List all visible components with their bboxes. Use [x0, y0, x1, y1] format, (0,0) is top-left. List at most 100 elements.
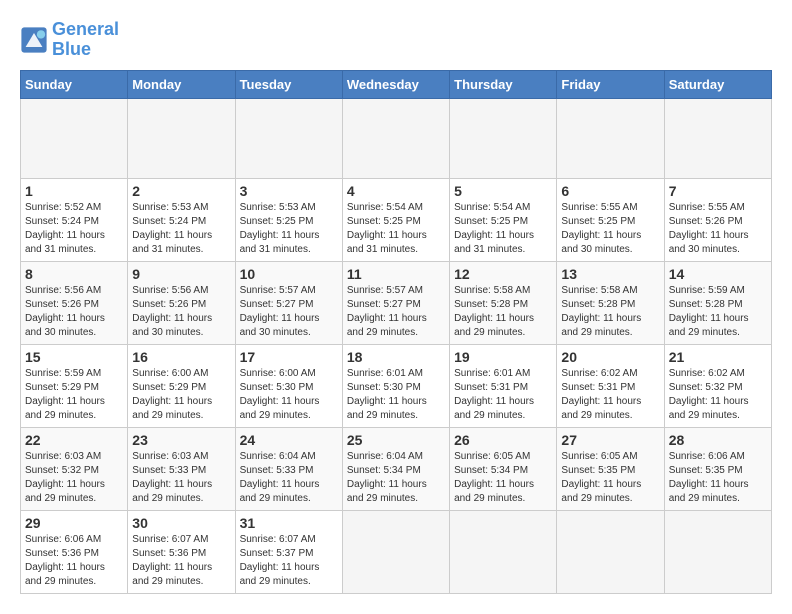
day-number: 26 [454, 432, 552, 448]
day-number: 7 [669, 183, 767, 199]
day-info: Sunrise: 6:01 AM Sunset: 5:31 PM Dayligh… [454, 367, 552, 423]
calendar-day-header: Wednesday [342, 70, 449, 98]
calendar-cell: 4 Sunrise: 5:54 AM Sunset: 5:25 PM Dayli… [342, 178, 449, 261]
day-number: 8 [25, 266, 123, 282]
day-number: 21 [669, 349, 767, 365]
calendar-cell: 11 Sunrise: 5:57 AM Sunset: 5:27 PM Dayl… [342, 261, 449, 344]
day-number: 24 [240, 432, 338, 448]
day-number: 31 [240, 515, 338, 531]
day-number: 18 [347, 349, 445, 365]
calendar-cell: 24 Sunrise: 6:04 AM Sunset: 5:33 PM Dayl… [235, 427, 342, 510]
day-number: 30 [132, 515, 230, 531]
calendar-cell: 8 Sunrise: 5:56 AM Sunset: 5:26 PM Dayli… [21, 261, 128, 344]
calendar-cell: 29 Sunrise: 6:06 AM Sunset: 5:36 PM Dayl… [21, 510, 128, 593]
day-info: Sunrise: 6:00 AM Sunset: 5:30 PM Dayligh… [240, 367, 338, 423]
day-info: Sunrise: 5:57 AM Sunset: 5:27 PM Dayligh… [347, 284, 445, 340]
day-info: Sunrise: 6:02 AM Sunset: 5:32 PM Dayligh… [669, 367, 767, 423]
calendar-cell: 23 Sunrise: 6:03 AM Sunset: 5:33 PM Dayl… [128, 427, 235, 510]
calendar-cell [664, 98, 771, 178]
day-info: Sunrise: 5:55 AM Sunset: 5:26 PM Dayligh… [669, 201, 767, 257]
calendar-cell: 3 Sunrise: 5:53 AM Sunset: 5:25 PM Dayli… [235, 178, 342, 261]
calendar-cell: 17 Sunrise: 6:00 AM Sunset: 5:30 PM Dayl… [235, 344, 342, 427]
day-number: 20 [561, 349, 659, 365]
day-info: Sunrise: 5:58 AM Sunset: 5:28 PM Dayligh… [454, 284, 552, 340]
calendar-cell [450, 510, 557, 593]
calendar-cell: 27 Sunrise: 6:05 AM Sunset: 5:35 PM Dayl… [557, 427, 664, 510]
calendar-cell [21, 98, 128, 178]
logo-icon [20, 26, 48, 54]
day-info: Sunrise: 5:58 AM Sunset: 5:28 PM Dayligh… [561, 284, 659, 340]
calendar-cell: 28 Sunrise: 6:06 AM Sunset: 5:35 PM Dayl… [664, 427, 771, 510]
day-number: 1 [25, 183, 123, 199]
day-info: Sunrise: 6:05 AM Sunset: 5:35 PM Dayligh… [561, 450, 659, 506]
calendar-cell: 20 Sunrise: 6:02 AM Sunset: 5:31 PM Dayl… [557, 344, 664, 427]
day-info: Sunrise: 6:00 AM Sunset: 5:29 PM Dayligh… [132, 367, 230, 423]
day-info: Sunrise: 6:04 AM Sunset: 5:34 PM Dayligh… [347, 450, 445, 506]
calendar-week-row: 8 Sunrise: 5:56 AM Sunset: 5:26 PM Dayli… [21, 261, 772, 344]
day-info: Sunrise: 5:59 AM Sunset: 5:28 PM Dayligh… [669, 284, 767, 340]
calendar-cell: 30 Sunrise: 6:07 AM Sunset: 5:36 PM Dayl… [128, 510, 235, 593]
calendar-cell [128, 98, 235, 178]
day-number: 10 [240, 266, 338, 282]
calendar-week-row [21, 98, 772, 178]
day-number: 14 [669, 266, 767, 282]
day-number: 29 [25, 515, 123, 531]
day-info: Sunrise: 5:53 AM Sunset: 5:24 PM Dayligh… [132, 201, 230, 257]
calendar-cell: 21 Sunrise: 6:02 AM Sunset: 5:32 PM Dayl… [664, 344, 771, 427]
day-number: 6 [561, 183, 659, 199]
day-number: 4 [347, 183, 445, 199]
calendar-cell [235, 98, 342, 178]
day-number: 17 [240, 349, 338, 365]
day-info: Sunrise: 5:54 AM Sunset: 5:25 PM Dayligh… [347, 201, 445, 257]
calendar-cell: 12 Sunrise: 5:58 AM Sunset: 5:28 PM Dayl… [450, 261, 557, 344]
calendar-cell: 14 Sunrise: 5:59 AM Sunset: 5:28 PM Dayl… [664, 261, 771, 344]
logo: General Blue [20, 20, 119, 60]
calendar-header-row: SundayMondayTuesdayWednesdayThursdayFrid… [21, 70, 772, 98]
day-number: 9 [132, 266, 230, 282]
calendar-cell [342, 510, 449, 593]
calendar-cell: 19 Sunrise: 6:01 AM Sunset: 5:31 PM Dayl… [450, 344, 557, 427]
day-number: 12 [454, 266, 552, 282]
calendar-cell: 22 Sunrise: 6:03 AM Sunset: 5:32 PM Dayl… [21, 427, 128, 510]
calendar-day-header: Saturday [664, 70, 771, 98]
calendar-cell: 26 Sunrise: 6:05 AM Sunset: 5:34 PM Dayl… [450, 427, 557, 510]
calendar-table: SundayMondayTuesdayWednesdayThursdayFrid… [20, 70, 772, 594]
calendar-day-header: Monday [128, 70, 235, 98]
calendar-cell: 15 Sunrise: 5:59 AM Sunset: 5:29 PM Dayl… [21, 344, 128, 427]
day-info: Sunrise: 6:01 AM Sunset: 5:30 PM Dayligh… [347, 367, 445, 423]
day-info: Sunrise: 5:59 AM Sunset: 5:29 PM Dayligh… [25, 367, 123, 423]
day-info: Sunrise: 6:07 AM Sunset: 5:37 PM Dayligh… [240, 533, 338, 589]
calendar-cell [664, 510, 771, 593]
calendar-week-row: 29 Sunrise: 6:06 AM Sunset: 5:36 PM Dayl… [21, 510, 772, 593]
day-number: 25 [347, 432, 445, 448]
day-info: Sunrise: 5:54 AM Sunset: 5:25 PM Dayligh… [454, 201, 552, 257]
day-info: Sunrise: 5:56 AM Sunset: 5:26 PM Dayligh… [25, 284, 123, 340]
calendar-cell [557, 98, 664, 178]
calendar-week-row: 15 Sunrise: 5:59 AM Sunset: 5:29 PM Dayl… [21, 344, 772, 427]
day-info: Sunrise: 6:06 AM Sunset: 5:36 PM Dayligh… [25, 533, 123, 589]
day-number: 22 [25, 432, 123, 448]
day-info: Sunrise: 6:04 AM Sunset: 5:33 PM Dayligh… [240, 450, 338, 506]
calendar-cell: 10 Sunrise: 5:57 AM Sunset: 5:27 PM Dayl… [235, 261, 342, 344]
day-number: 11 [347, 266, 445, 282]
calendar-cell [342, 98, 449, 178]
day-info: Sunrise: 5:56 AM Sunset: 5:26 PM Dayligh… [132, 284, 230, 340]
calendar-day-header: Friday [557, 70, 664, 98]
logo-text: General Blue [52, 20, 119, 60]
calendar-cell: 5 Sunrise: 5:54 AM Sunset: 5:25 PM Dayli… [450, 178, 557, 261]
calendar-week-row: 22 Sunrise: 6:03 AM Sunset: 5:32 PM Dayl… [21, 427, 772, 510]
day-number: 23 [132, 432, 230, 448]
calendar-cell: 1 Sunrise: 5:52 AM Sunset: 5:24 PM Dayli… [21, 178, 128, 261]
calendar-cell [450, 98, 557, 178]
day-info: Sunrise: 6:07 AM Sunset: 5:36 PM Dayligh… [132, 533, 230, 589]
day-number: 5 [454, 183, 552, 199]
day-number: 16 [132, 349, 230, 365]
day-info: Sunrise: 5:52 AM Sunset: 5:24 PM Dayligh… [25, 201, 123, 257]
calendar-week-row: 1 Sunrise: 5:52 AM Sunset: 5:24 PM Dayli… [21, 178, 772, 261]
day-number: 28 [669, 432, 767, 448]
calendar-cell: 6 Sunrise: 5:55 AM Sunset: 5:25 PM Dayli… [557, 178, 664, 261]
day-number: 2 [132, 183, 230, 199]
day-info: Sunrise: 6:06 AM Sunset: 5:35 PM Dayligh… [669, 450, 767, 506]
day-info: Sunrise: 6:02 AM Sunset: 5:31 PM Dayligh… [561, 367, 659, 423]
calendar-day-header: Thursday [450, 70, 557, 98]
